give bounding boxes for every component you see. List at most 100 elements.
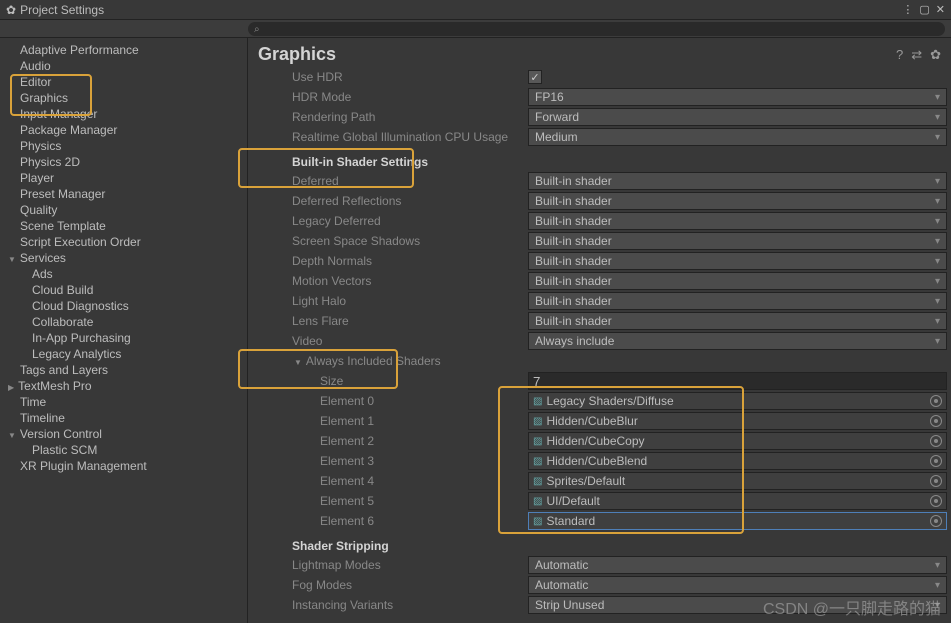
section-header: Built-in Shader Settings bbox=[278, 147, 947, 171]
sidebar-item[interactable]: Script Execution Order bbox=[0, 234, 247, 250]
help-icon[interactable]: ? bbox=[896, 47, 903, 62]
field-label: Instancing Variants bbox=[278, 598, 528, 612]
field-label: Realtime Global Illumination CPU Usage bbox=[278, 130, 528, 144]
foldout-header[interactable]: Always Included Shaders bbox=[278, 354, 528, 368]
settings-icon[interactable]: ✿ bbox=[930, 47, 941, 63]
sidebar-item[interactable]: Version Control bbox=[0, 426, 247, 442]
field-label: Element 2 bbox=[278, 434, 528, 448]
sidebar-item[interactable]: TextMesh Pro bbox=[0, 378, 247, 394]
field-label: Lightmap Modes bbox=[278, 558, 528, 572]
sidebar-item[interactable]: Scene Template bbox=[0, 218, 247, 234]
field-label: Element 6 bbox=[278, 514, 528, 528]
shader-icon: ▨ bbox=[533, 456, 542, 467]
sidebar-item[interactable]: Graphics bbox=[0, 90, 247, 106]
checkbox[interactable]: ✓ bbox=[528, 70, 542, 84]
shader-icon: ▨ bbox=[533, 396, 542, 407]
sidebar-item[interactable]: Audio bbox=[0, 58, 247, 74]
field-label: Element 1 bbox=[278, 414, 528, 428]
object-field[interactable]: ▨Sprites/Default bbox=[528, 472, 947, 490]
field-label: Video bbox=[278, 334, 528, 348]
object-picker-icon[interactable] bbox=[930, 455, 942, 467]
main-panel: Graphics ? ⇄ ✿ Use HDR✓HDR ModeFP16Rende… bbox=[248, 38, 951, 623]
field-label: Deferred Reflections bbox=[278, 194, 528, 208]
gear-icon: ✿ bbox=[6, 3, 16, 17]
sidebar-item[interactable]: Package Manager bbox=[0, 122, 247, 138]
sidebar-item[interactable]: Adaptive Performance bbox=[0, 42, 247, 58]
sidebar-item[interactable]: Legacy Analytics bbox=[0, 346, 247, 362]
object-picker-icon[interactable] bbox=[930, 415, 942, 427]
sidebar-item[interactable]: Input Manager bbox=[0, 106, 247, 122]
dropdown[interactable]: Always include bbox=[528, 332, 947, 350]
sidebar-item[interactable]: Physics 2D bbox=[0, 154, 247, 170]
sidebar-item[interactable]: Cloud Diagnostics bbox=[0, 298, 247, 314]
field-label: Deferred bbox=[278, 174, 528, 188]
field-label: Fog Modes bbox=[278, 578, 528, 592]
sidebar-item[interactable]: Plastic SCM bbox=[0, 442, 247, 458]
watermark: CSDN @一只脚走路的猫 bbox=[763, 595, 941, 619]
dropdown[interactable]: Built-in shader bbox=[528, 172, 947, 190]
searchbar: ⌕ bbox=[0, 20, 951, 38]
size-input[interactable] bbox=[528, 372, 947, 390]
sidebar-item[interactable]: XR Plugin Management bbox=[0, 458, 247, 474]
field-label: Element 4 bbox=[278, 474, 528, 488]
field-label: Screen Space Shadows bbox=[278, 234, 528, 248]
field-label: Legacy Deferred bbox=[278, 214, 528, 228]
object-field[interactable]: ▨Hidden/CubeBlend bbox=[528, 452, 947, 470]
search-icon: ⌕ bbox=[254, 24, 260, 35]
sidebar-item[interactable]: Player bbox=[0, 170, 247, 186]
dropdown[interactable]: Built-in shader bbox=[528, 272, 947, 290]
sidebar: Adaptive PerformanceAudioEditorGraphicsI… bbox=[0, 38, 248, 623]
shader-icon: ▨ bbox=[533, 516, 542, 527]
shader-icon: ▨ bbox=[533, 416, 542, 427]
object-picker-icon[interactable] bbox=[930, 495, 942, 507]
dropdown[interactable]: Built-in shader bbox=[528, 232, 947, 250]
sidebar-item[interactable]: Time bbox=[0, 394, 247, 410]
object-field[interactable]: ▨Standard bbox=[528, 512, 947, 530]
object-picker-icon[interactable] bbox=[930, 515, 942, 527]
field-label: HDR Mode bbox=[278, 90, 528, 104]
dropdown[interactable]: Built-in shader bbox=[528, 292, 947, 310]
object-picker-icon[interactable] bbox=[930, 475, 942, 487]
dropdown[interactable]: Automatic bbox=[528, 556, 947, 574]
field-label: Rendering Path bbox=[278, 110, 528, 124]
sidebar-item[interactable]: Services bbox=[0, 250, 247, 266]
close-icon[interactable]: ✕ bbox=[936, 3, 945, 16]
more-icon[interactable]: ⋮ bbox=[902, 3, 913, 16]
preset-icon[interactable]: ⇄ bbox=[911, 47, 922, 63]
window-title: Project Settings bbox=[20, 3, 104, 17]
sidebar-item[interactable]: Editor bbox=[0, 74, 247, 90]
sidebar-item[interactable]: Quality bbox=[0, 202, 247, 218]
object-picker-icon[interactable] bbox=[930, 435, 942, 447]
field-label: Lens Flare bbox=[278, 314, 528, 328]
object-picker-icon[interactable] bbox=[930, 395, 942, 407]
sidebar-item[interactable]: Collaborate bbox=[0, 314, 247, 330]
dropdown[interactable]: Automatic bbox=[528, 576, 947, 594]
sidebar-item[interactable]: Cloud Build bbox=[0, 282, 247, 298]
sidebar-item[interactable]: In-App Purchasing bbox=[0, 330, 247, 346]
object-field[interactable]: ▨UI/Default bbox=[528, 492, 947, 510]
dropdown[interactable]: Built-in shader bbox=[528, 252, 947, 270]
field-label: Motion Vectors bbox=[278, 274, 528, 288]
field-label: Element 3 bbox=[278, 454, 528, 468]
sidebar-item[interactable]: Ads bbox=[0, 266, 247, 282]
maximize-icon[interactable]: ▢ bbox=[919, 3, 929, 16]
object-field[interactable]: ▨Hidden/CubeCopy bbox=[528, 432, 947, 450]
object-field[interactable]: ▨Legacy Shaders/Diffuse bbox=[528, 392, 947, 410]
sidebar-item[interactable]: Timeline bbox=[0, 410, 247, 426]
sidebar-item[interactable]: Preset Manager bbox=[0, 186, 247, 202]
section-header: Shader Stripping bbox=[278, 531, 947, 555]
shader-icon: ▨ bbox=[533, 476, 542, 487]
dropdown[interactable]: Built-in shader bbox=[528, 192, 947, 210]
field-label: Element 5 bbox=[278, 494, 528, 508]
search-input[interactable]: ⌕ bbox=[248, 22, 945, 36]
dropdown[interactable]: Built-in shader bbox=[528, 212, 947, 230]
dropdown[interactable]: Built-in shader bbox=[528, 312, 947, 330]
dropdown[interactable]: FP16 bbox=[528, 88, 947, 106]
field-label: Light Halo bbox=[278, 294, 528, 308]
dropdown[interactable]: Forward bbox=[528, 108, 947, 126]
sidebar-item[interactable]: Physics bbox=[0, 138, 247, 154]
sidebar-item[interactable]: Tags and Layers bbox=[0, 362, 247, 378]
shader-icon: ▨ bbox=[533, 496, 542, 507]
dropdown[interactable]: Medium bbox=[528, 128, 947, 146]
object-field[interactable]: ▨Hidden/CubeBlur bbox=[528, 412, 947, 430]
